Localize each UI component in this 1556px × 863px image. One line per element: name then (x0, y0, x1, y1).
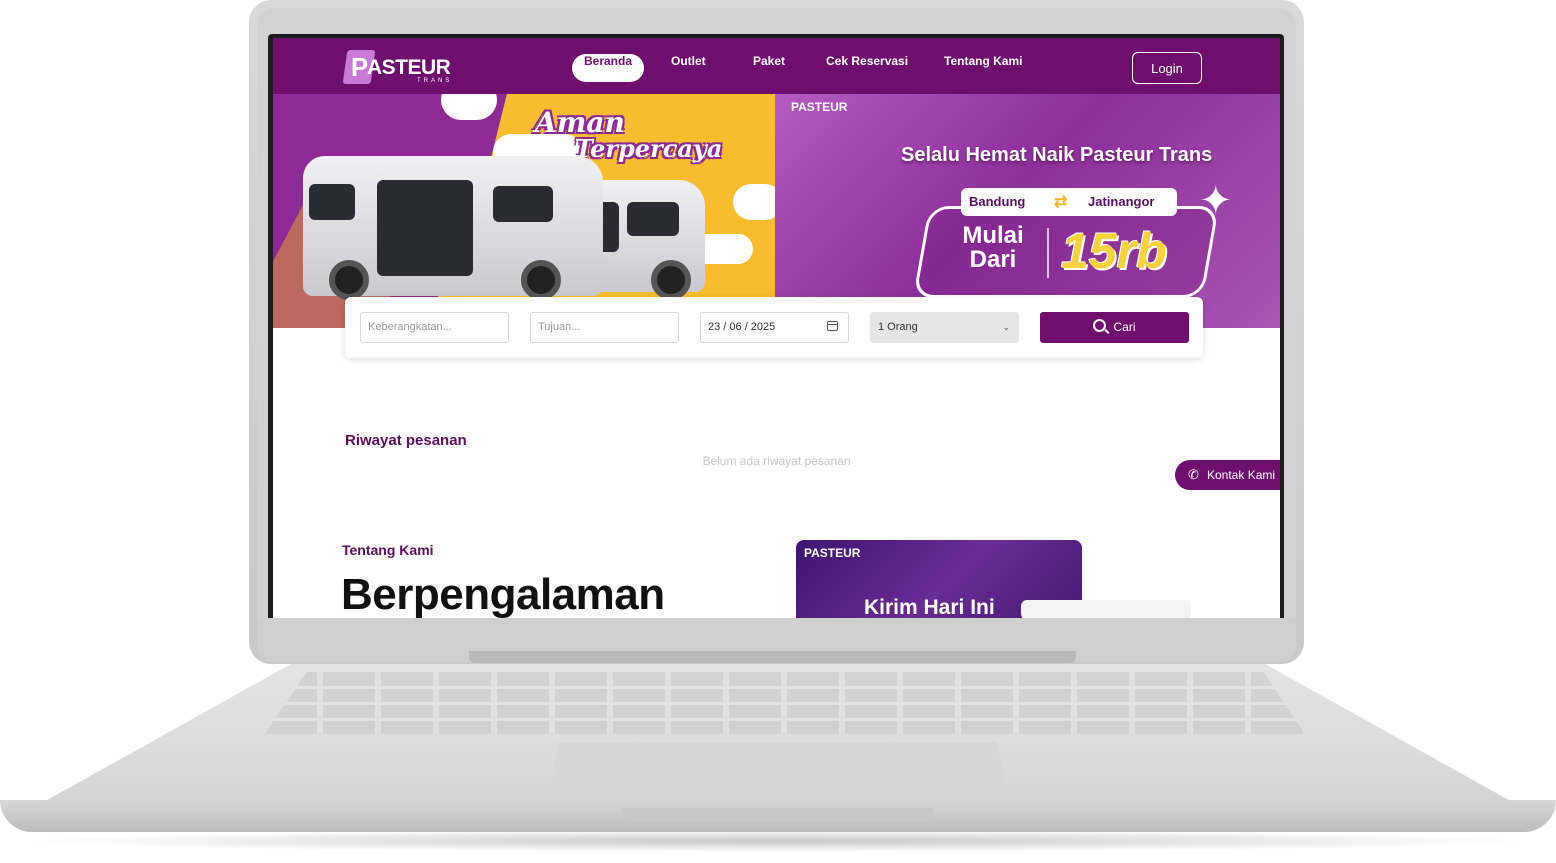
route-destination: Jatinangor (1088, 194, 1155, 209)
passenger-select[interactable]: 1 Orang ⌄ (870, 312, 1019, 343)
about-heading: Berpengalaman (341, 570, 665, 618)
laptop-trackpad (550, 742, 1006, 790)
laptop-keyboard (265, 672, 1305, 734)
hero-mini-logo: PASTEUR (791, 100, 848, 114)
login-button[interactable]: Login (1132, 52, 1202, 84)
search-button[interactable]: Cari (1040, 312, 1189, 343)
van-front-image (303, 156, 603, 300)
hero-headline: Selalu Hemat Naik Pasteur Trans (901, 144, 1213, 166)
chevron-down-icon: ⌄ (1002, 322, 1010, 332)
passenger-value: 1 Orang (878, 321, 918, 333)
search-card: Keberangkatan... Tujuan... 23 / 06 / 202… (345, 297, 1203, 358)
promo-logo: PASTEUR (804, 546, 861, 560)
navbar: P ASTEUR TRANS Beranda Outlet Paket Cek … (273, 38, 1280, 94)
nav-beranda[interactable]: Beranda (572, 54, 645, 82)
nav-paket[interactable]: Paket (753, 54, 785, 82)
search-icon (1093, 319, 1107, 332)
laptop-shadow (20, 830, 1536, 852)
contact-label: Kontak Kami (1207, 468, 1276, 482)
nav-outlet[interactable]: Outlet (671, 54, 706, 82)
nav-tentang-kami[interactable]: Tentang Kami (944, 54, 1022, 82)
date-value: 23 / 06 / 2025 (708, 321, 776, 333)
laptop-hinge (469, 651, 1076, 663)
search-button-label: Cari (1113, 320, 1136, 334)
sparkle-icon: ✦ (1199, 179, 1233, 223)
price-prefix: Mulai Dari (962, 222, 1024, 273)
history-title: Riwayat pesanan (345, 432, 467, 449)
nav-cek-reservasi[interactable]: Cek Reservasi (826, 54, 908, 82)
logo-text: ASTEUR (367, 56, 451, 79)
calendar-icon[interactable] (827, 321, 838, 331)
promo-overlay-card (1021, 600, 1191, 618)
hero-left-banner: Aman Terpercaya (273, 94, 783, 328)
screen: P ASTEUR TRANS Beranda Outlet Paket Cek … (273, 38, 1280, 618)
promo-text: Kirim Hari Ini (864, 596, 995, 618)
contact-button[interactable]: ✆ Kontak Kami (1175, 460, 1280, 490)
hero-banner: Aman Terpercaya PASTEUR Selalu Hemat Nai… (273, 94, 1280, 328)
history-empty-text: Belum ada riwayat pesanan (702, 454, 851, 468)
about-label: Tentang Kami (342, 542, 434, 558)
date-input[interactable]: 23 / 06 / 2025 (700, 312, 849, 343)
logo-tagline: TRANS (417, 78, 453, 84)
laptop-notch (622, 808, 934, 822)
price-value: 15rb (1061, 223, 1167, 279)
hero-terpercaya-text: Terpercaya (575, 134, 723, 163)
route-pill: Bandung ⇄ Jatinangor (961, 188, 1177, 216)
origin-input[interactable]: Keberangkatan... (360, 312, 509, 343)
destination-input[interactable]: Tujuan... (530, 312, 679, 343)
brand-logo[interactable]: P ASTEUR TRANS (342, 50, 465, 86)
swap-arrows-icon: ⇄ (1054, 194, 1068, 211)
route-origin: Bandung (969, 194, 1026, 209)
hero-right-banner: PASTEUR Selalu Hemat Naik Pasteur Trans … (775, 94, 1280, 328)
phone-icon: ✆ (1188, 467, 1199, 482)
